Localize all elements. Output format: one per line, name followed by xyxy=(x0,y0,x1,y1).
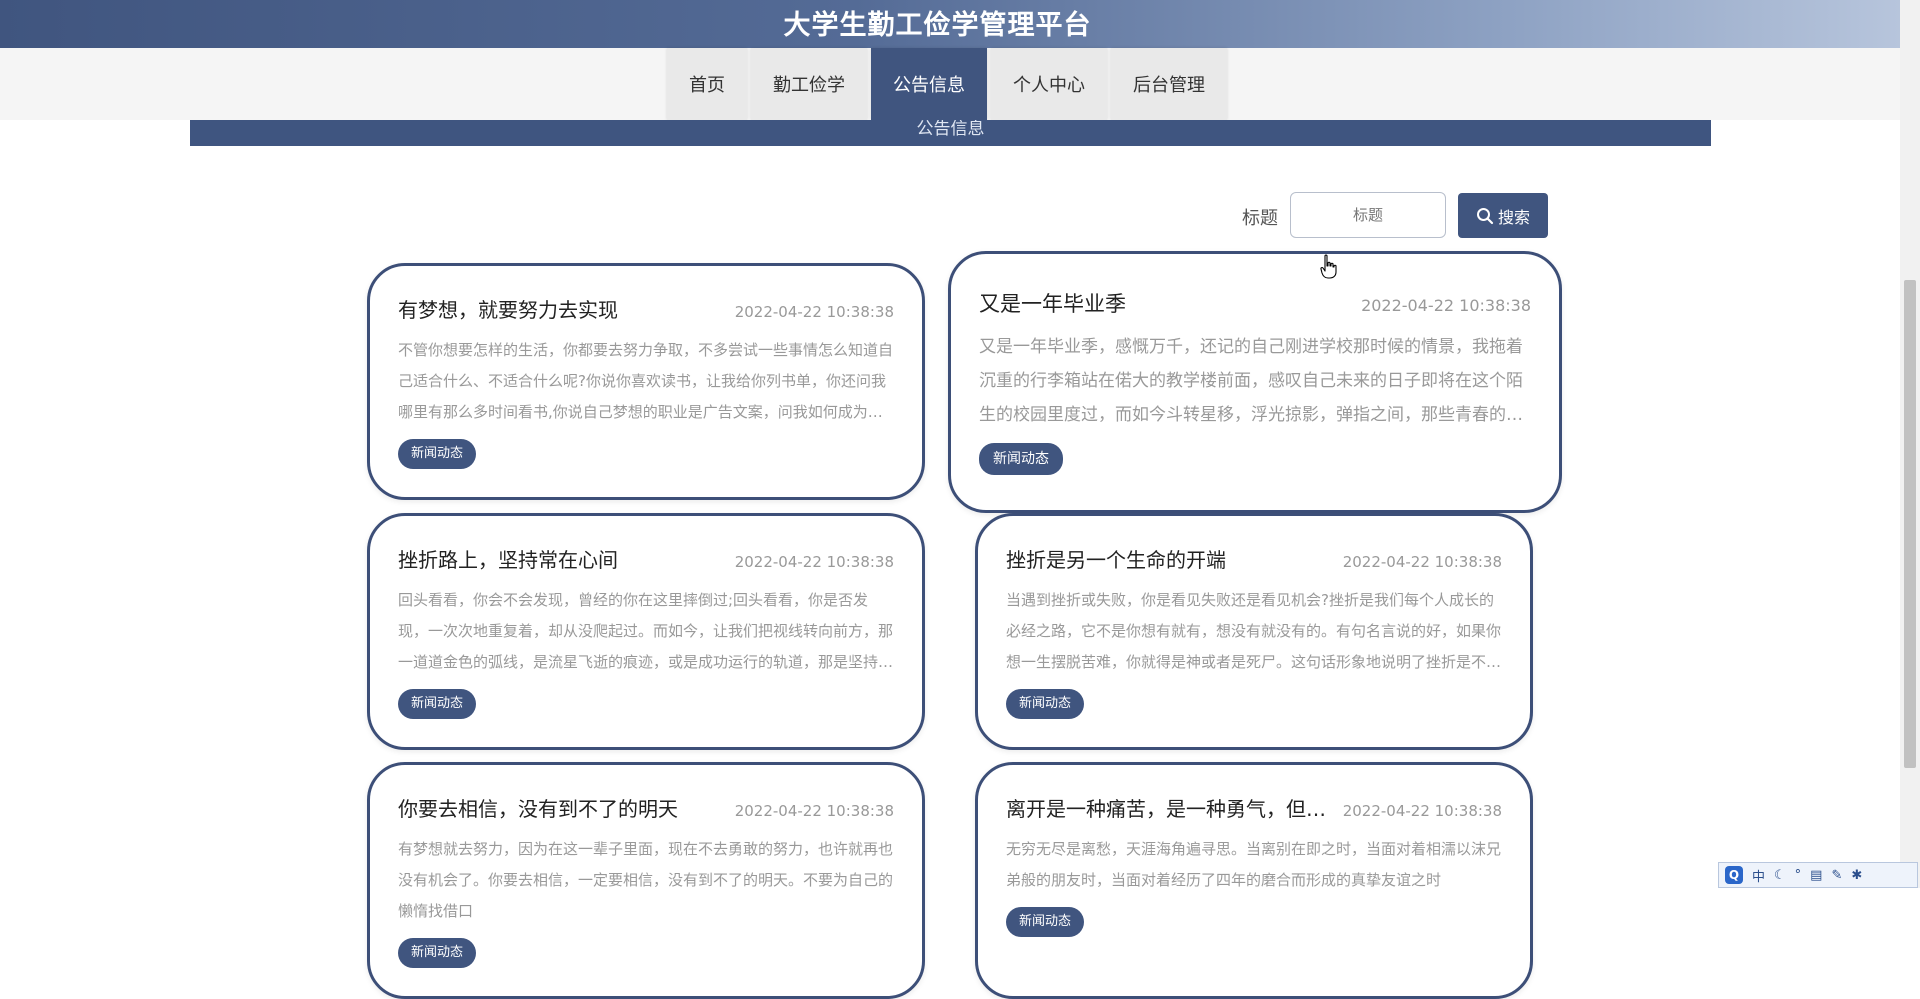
site-title: 大学生勤工俭学管理平台 xyxy=(783,10,1092,41)
card-summary: 无穷无尽是离愁，天涯海角遍寻思。当离别在即之时，当面对着相濡以沫兄弟般的朋友时，… xyxy=(1006,840,1502,889)
card-tag[interactable]: 新闻动态 xyxy=(1006,907,1085,937)
card-title: 离开是一种痛苦，是一种勇气，但同样也是一个考验 xyxy=(1006,797,1335,821)
news-card[interactable]: 挫折路上，坚持常在心间 2022-04-22 10:38:38 回头看看，你会不… xyxy=(367,513,925,750)
card-title: 又是一年毕业季 xyxy=(979,292,1126,316)
news-card[interactable]: 你要去相信，没有到不了的明天 2022-04-22 10:38:38 有梦想就去… xyxy=(367,762,925,999)
keyboard-icon[interactable]: ▤ xyxy=(1810,868,1822,883)
search-icon xyxy=(1476,207,1494,224)
ime-logo-icon: Q xyxy=(1725,866,1743,884)
news-card[interactable]: 离开是一种痛苦，是一种勇气，但同样也是一个考验 2022-04-22 10:38… xyxy=(975,762,1533,999)
card-tag[interactable]: 新闻动态 xyxy=(398,938,477,968)
settings-icon[interactable]: ✱ xyxy=(1851,868,1862,883)
card-date: 2022-04-22 10:38:38 xyxy=(734,553,894,571)
card-tag[interactable]: 新闻动态 xyxy=(398,689,477,719)
card-date: 2022-04-22 10:38:38 xyxy=(1361,296,1531,315)
scrollbar-thumb[interactable] xyxy=(1904,280,1916,768)
card-date: 2022-04-22 10:38:38 xyxy=(734,802,894,820)
news-card[interactable]: 有梦想，就要努力去实现 2022-04-22 10:38:38 不管你想要怎样的… xyxy=(367,263,925,500)
card-date: 2022-04-22 10:38:38 xyxy=(734,303,894,321)
news-card[interactable]: 又是一年毕业季 2022-04-22 10:38:38 又是一年毕业季，感慨万千… xyxy=(948,251,1562,513)
card-title: 挫折路上，坚持常在心间 xyxy=(398,548,618,572)
card-summary: 不管你想要怎样的生活，你都要去努力争取，不多尝试一些事情怎么知道自己适合什么、不… xyxy=(398,341,894,421)
nav-item-admin[interactable]: 后台管理 xyxy=(1111,48,1227,120)
nav-item-work-study[interactable]: 勤工俭学 xyxy=(751,48,867,120)
punctuation-icon[interactable]: ° xyxy=(1795,868,1802,883)
title-search-input[interactable] xyxy=(1290,192,1446,238)
banner-title: 公告信息 xyxy=(916,120,985,139)
search-label: 标题 xyxy=(1242,208,1278,229)
nav-item-personal-center[interactable]: 个人中心 xyxy=(991,48,1107,120)
moon-icon[interactable]: ☾ xyxy=(1774,868,1786,883)
search-button-label: 搜索 xyxy=(1497,207,1530,227)
card-title: 你要去相信，没有到不了的明天 xyxy=(398,797,678,821)
card-tag[interactable]: 新闻动态 xyxy=(979,443,1063,475)
card-title: 有梦想，就要努力去实现 xyxy=(398,298,618,322)
ime-language[interactable]: 中 xyxy=(1752,866,1765,885)
card-summary: 当遇到挫折或失败，你是看见失败还是看见机会?挫折是我们每个人成长的必经之路，它不… xyxy=(1006,591,1502,671)
card-summary: 回头看看，你会不会发现，曾经的你在这里摔倒过;回头看看，你是否发现，一次次地重复… xyxy=(398,591,894,671)
search-button[interactable]: 搜索 xyxy=(1458,193,1548,238)
card-summary: 又是一年毕业季，感慨万千，还记的自己刚进学校那时候的情景，我拖着沉重的行李箱站在… xyxy=(979,337,1523,425)
nav-bar: 首页 勤工俭学 公告信息 个人中心 后台管理 xyxy=(0,48,1900,120)
nav-item-home[interactable]: 首页 xyxy=(667,48,747,120)
news-card[interactable]: 挫折是另一个生命的开端 2022-04-22 10:38:38 当遇到挫折或失败… xyxy=(975,513,1533,750)
card-date: 2022-04-22 10:38:38 xyxy=(1342,802,1502,820)
card-title: 挫折是另一个生命的开端 xyxy=(1006,548,1226,572)
nav-item-announcements[interactable]: 公告信息 xyxy=(871,48,987,120)
hand-pointer-icon xyxy=(1320,254,1337,279)
card-date: 2022-04-22 10:38:38 xyxy=(1342,553,1502,571)
page-banner: 公告信息 xyxy=(190,120,1711,146)
ime-toolbar[interactable]: Q 中 ☾ ° ▤ ✎ ✱ xyxy=(1718,862,1918,888)
main-nav: 首页 勤工俭学 公告信息 个人中心 后台管理 xyxy=(667,48,1227,120)
card-tag[interactable]: 新闻动态 xyxy=(398,439,477,469)
site-header: 大学生勤工俭学管理平台 xyxy=(0,0,1900,48)
fullwidth-icon[interactable]: ✎ xyxy=(1831,868,1842,883)
card-summary: 有梦想就去努力，因为在这一辈子里面，现在不去勇敢的努力，也许就再也没有机会了。你… xyxy=(398,840,894,920)
card-tag[interactable]: 新闻动态 xyxy=(1006,689,1085,719)
